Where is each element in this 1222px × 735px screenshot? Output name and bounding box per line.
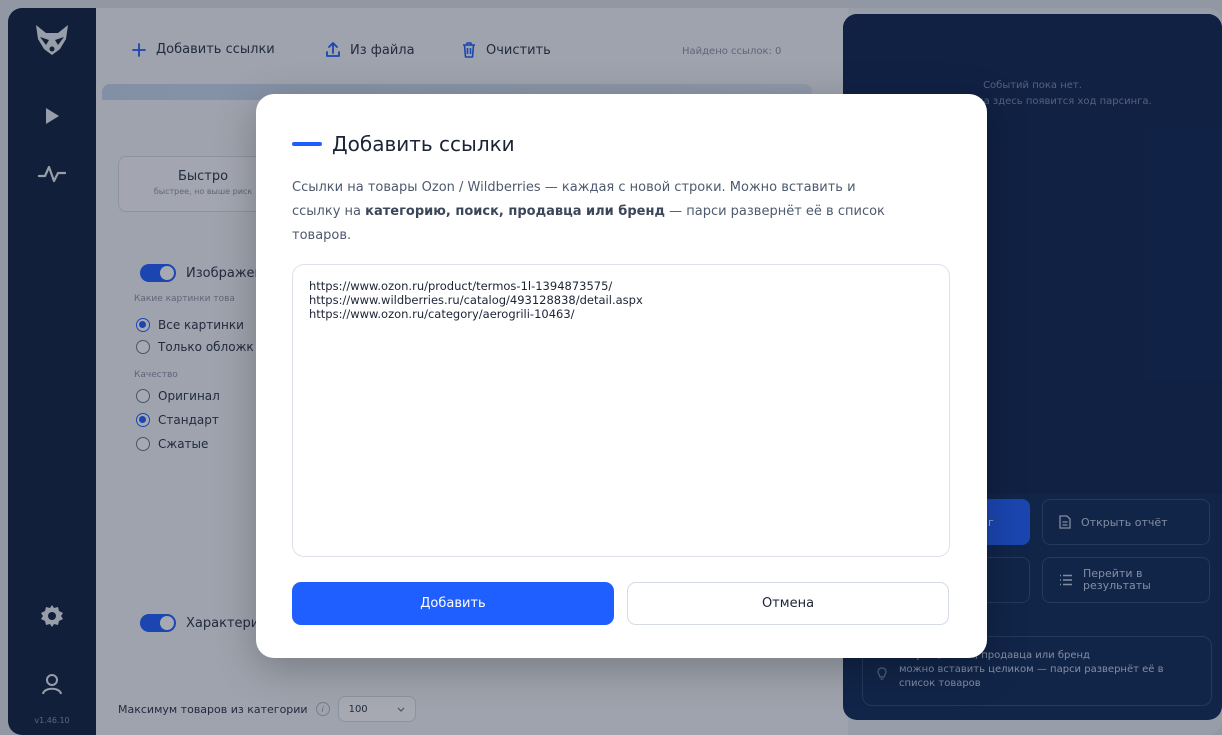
cancel-button[interactable]: Отмена [627,582,949,625]
modal-description: Ссылки на товары Ozon / Wildberries — ка… [292,176,892,248]
title-accent-bar [292,142,322,146]
add-links-modal: Добавить ссылки Ссылки на товары Ozon / … [256,94,987,658]
cancel-button-label: Отмена [761,596,815,611]
add-button[interactable]: Добавить [292,582,614,625]
modal-title-text: Добавить ссылки [332,132,515,156]
add-button-label: Добавить [420,596,486,611]
desc-bold: категорию, поиск, продавца или бренд [365,204,665,219]
links-textarea[interactable]: https://www.ozon.ru/product/termos-1l-13… [292,264,950,557]
modal-title: Добавить ссылки [292,132,515,156]
